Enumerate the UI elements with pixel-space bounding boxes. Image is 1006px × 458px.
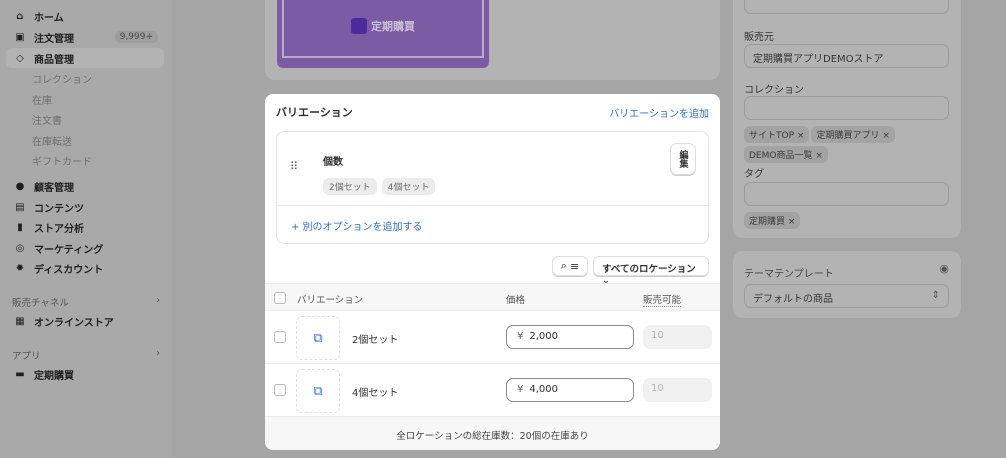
column-available: 販売可能 [643, 292, 682, 307]
sidebar-sub-collections[interactable]: コレクション [32, 71, 92, 86]
drag-handle-icon[interactable]: ⠿ [290, 160, 298, 173]
sidebar-item-analytics[interactable]: ▮ ストア分析 [6, 217, 164, 237]
chevron-right-icon: › [156, 295, 160, 306]
tag-icon: ◇ [16, 52, 24, 64]
row-checkbox[interactable] [274, 331, 286, 343]
column-price: 価格 [506, 295, 526, 306]
sidebar-item-online-store[interactable]: ▦ オンラインストア [6, 311, 164, 331]
inventory-total: 全ロケーションの総在庫数：20個の在庫あり [265, 416, 720, 450]
collection-label: コレクション [744, 85, 804, 96]
collection-chip[interactable]: サイトTOP × [744, 126, 810, 143]
tag-label: タグ [744, 169, 764, 180]
collection-input[interactable] [744, 96, 949, 120]
sidebar-item-content[interactable]: ▤ コンテンツ [6, 197, 164, 217]
sidebar-sub-gift-cards[interactable]: ギフトカード [32, 153, 92, 168]
add-variation-link[interactable]: バリエーションを追加 [609, 105, 709, 120]
remove-icon: × [882, 131, 890, 141]
sidebar-sub-inventory[interactable]: 在庫 [32, 92, 52, 107]
column-variation: バリエーション [297, 295, 364, 306]
apps-header[interactable]: アプリ › [12, 348, 160, 362]
tag-input[interactable] [744, 182, 949, 206]
sidebar-item-products[interactable]: ◇ 商品管理 [6, 48, 164, 68]
sidebar-item-discounts[interactable]: ✹ ディスカウント [6, 258, 164, 278]
variations-title: バリエーション [276, 106, 353, 119]
price-input[interactable]: ¥2,000 [506, 325, 634, 349]
sidebar-sub-transfers[interactable]: 在庫転送 [32, 133, 72, 148]
discount-icon: ✹ [15, 262, 25, 274]
add-image-icon[interactable]: ⧉ [296, 316, 340, 360]
sidebar-item-home[interactable]: ⌂ ホーム [6, 6, 164, 26]
product-image[interactable]: 定期購買 [277, 0, 489, 68]
sidebar-item-app[interactable]: ▬ 定期購買 [6, 364, 164, 384]
sales-channels-header[interactable]: 販売チャネル › [12, 295, 160, 309]
option-value-pill: 2個セット [323, 178, 377, 195]
app-icon: ▬ [15, 368, 25, 380]
variant-name[interactable]: 4個セット [352, 384, 398, 399]
search-icon: ⌕ [560, 259, 567, 272]
theme-template-label: テーマテンプレート [744, 269, 834, 280]
add-option-link[interactable]: + 別のオプションを追加する [291, 218, 423, 233]
table-header: バリエーション 価格 販売可能 [265, 283, 720, 310]
option-value-pill: 4個セット [381, 178, 436, 195]
collection-chips: サイトTOP × 定期購買アプリ × DEMO商品一覧 × [744, 126, 954, 166]
edit-option-button[interactable]: 編集 [670, 143, 696, 175]
vendor-input[interactable]: 定期購買アプリDEMOストア [744, 44, 949, 68]
tag-chips: 定期購買 × [744, 212, 802, 232]
sidebar-sub-purchase-orders[interactable]: 注文書 [32, 112, 62, 127]
option-values: 2個セット 4個セット [323, 178, 440, 195]
table-row[interactable]: ⧉ 4個セット ¥4,000 10 [265, 363, 720, 416]
remove-icon: × [796, 131, 805, 141]
theme-template-card: テーマテンプレート ◉ デフォルトの商品 ⇕ [733, 251, 961, 318]
content-icon: ▤ [15, 201, 25, 213]
price-input[interactable]: ¥4,000 [506, 378, 634, 402]
filter-icon: ≡ [569, 259, 580, 273]
inbox-icon: ▣ [15, 31, 25, 43]
organization-card: 販売元 定期購買アプリDEMOストア コレクション サイトTOP × 定期購買アプ… [733, 0, 961, 238]
remove-icon: × [815, 151, 823, 161]
select-arrows-icon: ⇕ [931, 290, 940, 301]
sidebar-item-customers[interactable]: ● 顧客管理 [6, 176, 164, 196]
table-row[interactable]: ⧉ 2個セット ¥2,000 10 [265, 310, 720, 363]
variant-name[interactable]: 2個セット [352, 331, 398, 346]
location-select[interactable]: すべてのロケーション ⌄ [593, 256, 709, 286]
media-card: 定期購買 [265, 0, 720, 80]
variations-card: バリエーション バリエーションを追加 ⠿ 個数 2個セット 4個セット 編集 + … [265, 94, 720, 450]
home-icon: ⌂ [16, 10, 24, 22]
orders-count-badge: 9,999+ [114, 31, 158, 43]
app-logo-icon [351, 17, 367, 34]
add-image-icon[interactable]: ⧉ [296, 369, 340, 413]
person-icon: ● [15, 180, 25, 192]
collection-chip[interactable]: DEMO商品一覧 × [744, 146, 828, 163]
option-box: ⠿ 個数 2個セット 4個セット 編集 + 別のオプションを追加する [276, 131, 709, 244]
row-checkbox[interactable] [274, 384, 286, 396]
tag-chip[interactable]: 定期購買 × [744, 212, 801, 229]
sidebar: ⌂ ホーム ▣ 注文管理 9,999+ ◇ 商品管理 コレクション 在庫 注文書 在庫転… [0, 0, 172, 458]
remove-icon: × [787, 217, 796, 227]
search-filter-button[interactable]: ⌕ ≡ [552, 256, 588, 276]
theme-template-select[interactable]: デフォルトの商品 ⇕ [744, 284, 949, 308]
sidebar-item-orders[interactable]: ▣ 注文管理 9,999+ [6, 27, 164, 47]
vendor-label: 販売元 [744, 32, 774, 43]
select-all-checkbox[interactable] [274, 292, 286, 304]
chevron-right-icon: › [156, 348, 160, 359]
bar-chart-icon: ▮ [17, 221, 23, 233]
option-name: 個数 [323, 157, 343, 168]
collection-chip[interactable]: 定期購買アプリ × [811, 126, 895, 143]
sidebar-item-marketing[interactable]: ◎ マーケティング [6, 238, 164, 258]
product-type-input[interactable] [744, 0, 949, 14]
available-input: 10 [643, 325, 712, 349]
available-input: 10 [643, 378, 712, 402]
store-icon: ▦ [15, 315, 25, 327]
eye-icon[interactable]: ◉ [939, 262, 949, 275]
target-icon: ◎ [15, 242, 25, 254]
